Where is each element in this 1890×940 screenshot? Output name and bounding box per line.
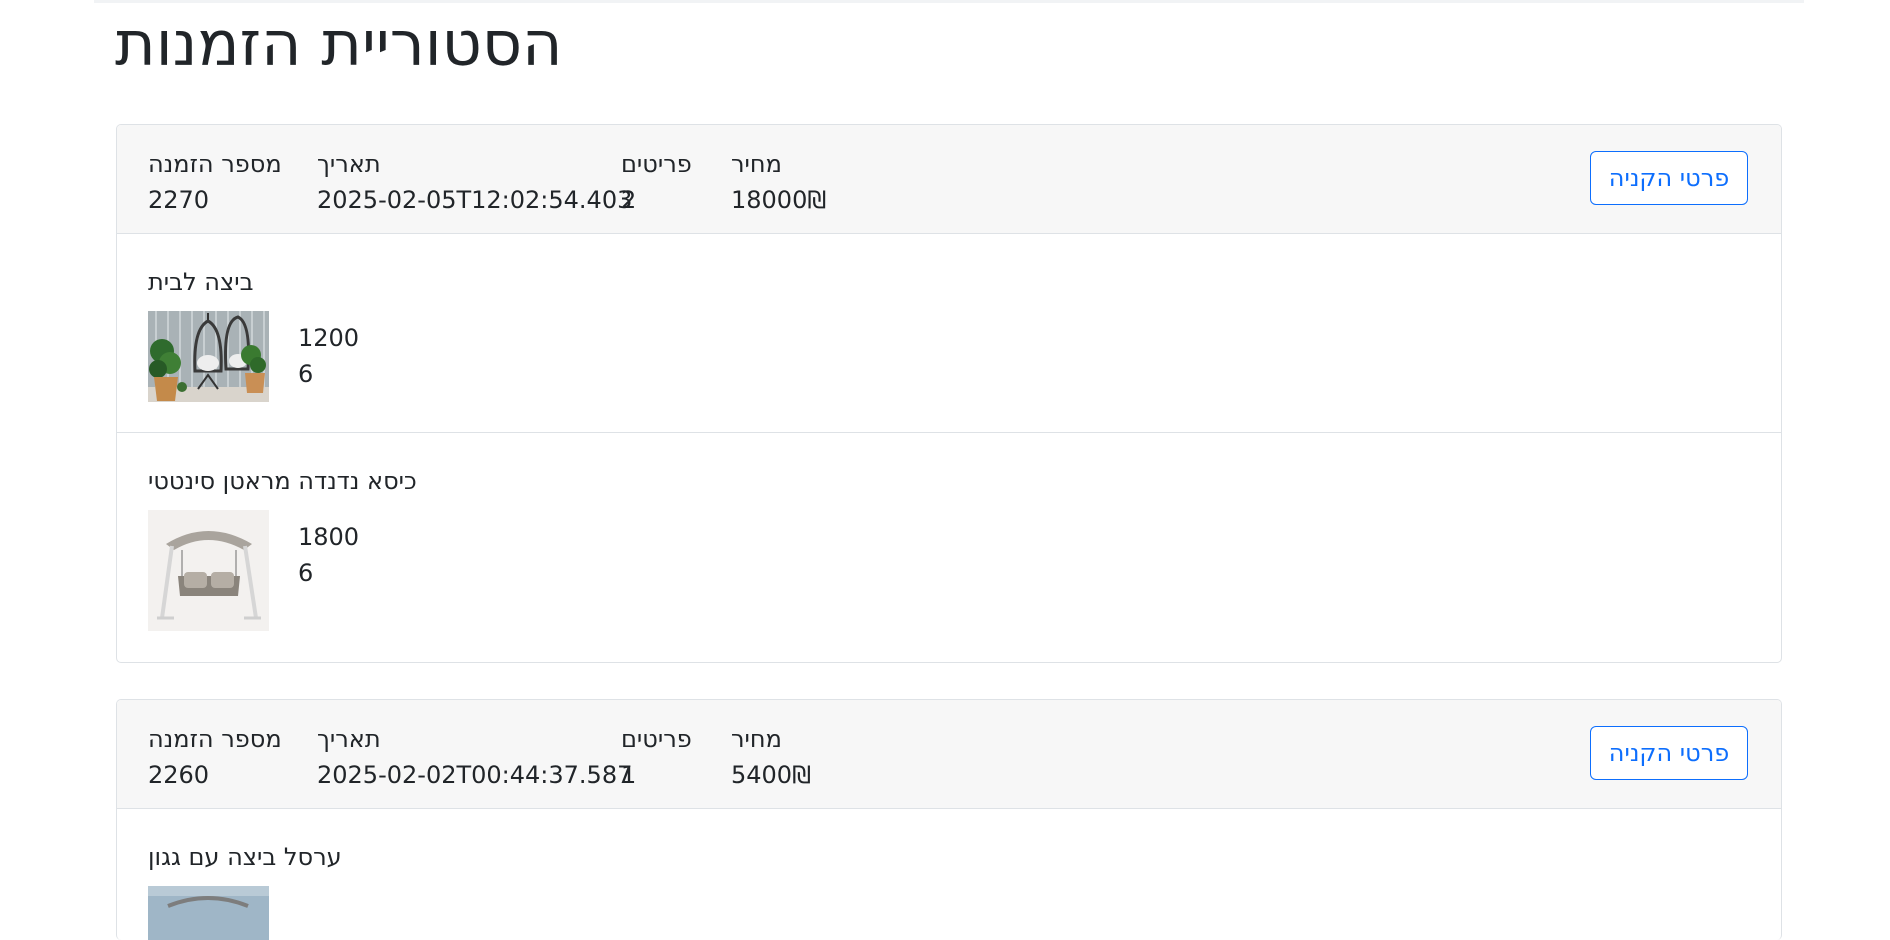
order-date-column: תאריך 2025-02-02T00:44:37.587 [317,721,632,793]
order-item: כיסא נדנדה מראטן סינטטי 1800 6 [117,433,1781,662]
order-date-label: תאריך [317,725,381,753]
item-quantity: 6 [298,360,314,388]
order-items-column: פריטים 1 [621,721,692,793]
order-item: ערסל ביצה עם גגון [117,809,1781,940]
page-title: הסטוריית הזמנות [115,7,563,80]
order-date-value: 2025-02-02T00:44:37.587 [317,761,633,789]
item-name: כיסא נדנדה מראטן סינטטי [148,467,417,495]
order-number-label: מספר הזמנה [148,150,282,178]
item-name: ביצה לבית [148,268,254,296]
order-card: מספר הזמנה 2260 תאריך 2025-02-02T00:44:3… [116,699,1782,940]
item-quantity: 6 [298,559,314,587]
order-date-label: תאריך [317,150,381,178]
order-number-value: 2260 [148,761,210,789]
order-items-value: 1 [621,761,637,789]
purchase-details-button[interactable]: פרטי הקניה [1590,726,1748,780]
order-price-column: מחיר 5400₪ [731,721,811,793]
item-image [148,510,269,631]
purchase-details-button[interactable]: פרטי הקניה [1590,151,1748,205]
order-price-value: 5400₪ [731,761,811,789]
order-price-value: 18000₪ [731,186,827,214]
order-number-value: 2270 [148,186,210,214]
top-divider [94,0,1804,3]
order-price-column: מחיר 18000₪ [731,146,826,218]
item-price: 1200 [298,324,360,352]
order-items-column: פריטים 2 [621,146,692,218]
order-items-label: פריטים [621,150,692,178]
order-items-value: 2 [621,186,637,214]
item-price: 1800 [298,523,360,551]
order-number-label: מספר הזמנה [148,725,282,753]
order-card: מספר הזמנה 2270 תאריך 2025-02-05T12:02:5… [116,124,1782,663]
order-date-column: תאריך 2025-02-05T12:02:54.403 [317,146,632,218]
order-header: מספר הזמנה 2270 תאריך 2025-02-05T12:02:5… [117,125,1781,234]
order-number-column: מספר הזמנה 2270 [148,146,282,218]
order-date-value: 2025-02-05T12:02:54.403 [317,186,633,214]
item-image [148,886,269,940]
order-item: ביצה לבית 1200 6 [117,234,1781,433]
item-image [148,311,269,402]
order-price-label: מחיר [731,725,782,753]
order-price-label: מחיר [731,150,782,178]
order-items-label: פריטים [621,725,692,753]
item-name: ערסל ביצה עם גגון [148,843,342,871]
order-header: מספר הזמנה 2260 תאריך 2025-02-02T00:44:3… [117,700,1781,809]
order-number-column: מספר הזמנה 2260 [148,721,282,793]
